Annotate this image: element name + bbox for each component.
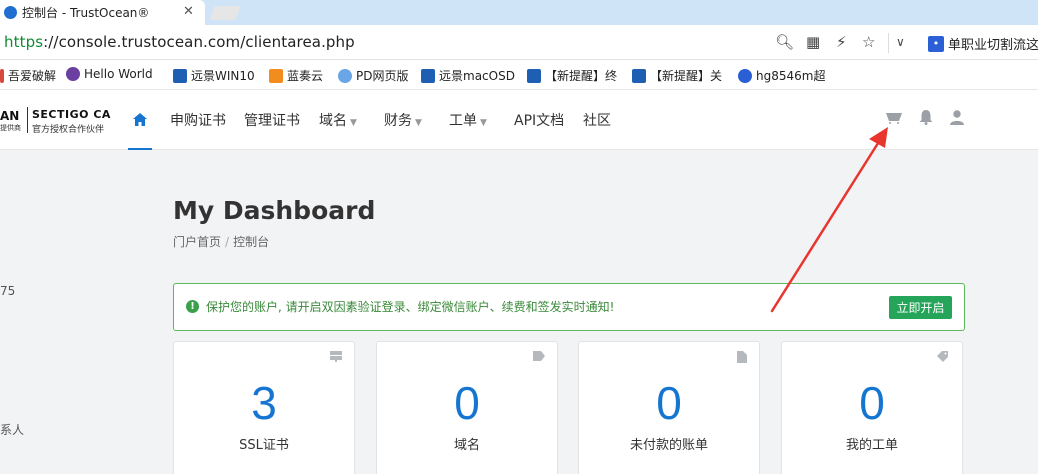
logo-partner-text: 官方授权合作伙伴 <box>32 125 105 135</box>
bookmarks-bar: 吾爱破解 Hello World 远景WIN10 蓝奏云 PD网页版 远景mac… <box>0 60 1038 90</box>
logo-divider <box>27 107 28 133</box>
bookmark-icon <box>173 68 187 83</box>
new-tab-button[interactable] <box>209 6 241 20</box>
file-icon <box>737 351 747 366</box>
card-label: 未付款的账单 <box>629 438 708 453</box>
baidu-paw-icon: • <box>928 35 944 52</box>
lightning-icon[interactable]: ⚡︎ <box>836 33 847 51</box>
card-value: 3 <box>251 377 277 429</box>
search-suggestion: 单职业切割流这 <box>948 38 1038 53</box>
cart-icon[interactable] <box>886 110 902 128</box>
bookmark-icon <box>738 68 752 83</box>
browser-tab[interactable]: 控制台 - TrustOcean® ✕ <box>0 0 205 25</box>
breadcrumb-separator: / <box>225 235 230 249</box>
url-path: ://console.trustocean.com/clientarea.php <box>43 33 355 51</box>
bookmark-icon <box>269 68 283 83</box>
page-title: My Dashboard <box>173 196 376 225</box>
card-value: 0 <box>859 377 885 429</box>
card-ssl-certs[interactable]: 3 SSL证书 <box>173 341 355 474</box>
home-icon <box>133 112 147 126</box>
bookmark-icon <box>338 68 352 83</box>
bookmark-item[interactable]: PD网页版 <box>338 67 408 84</box>
server-icon <box>330 351 342 365</box>
bookmark-item[interactable]: 【新提醒】关 <box>632 67 722 84</box>
alert-text: 保护您的账户, 请开启双因素验证登录、绑定微信账户、续费和签发实时通知! <box>206 300 615 314</box>
card-unpaid-invoices[interactable]: 0 未付款的账单 <box>578 341 760 474</box>
breadcrumb-home-link[interactable]: 门户首页 <box>173 235 221 249</box>
nav-finance[interactable]: 财务 ▼ <box>384 110 422 130</box>
card-label: 域名 <box>453 438 480 453</box>
breadcrumb: 门户首页 / 控制台 <box>173 233 269 250</box>
caret-down-icon: ▼ <box>480 118 487 128</box>
search-engine-box[interactable]: • 单职业切割流这 <box>928 34 1038 53</box>
card-domains[interactable]: 0 域名 <box>376 341 558 474</box>
bookmark-item[interactable]: 蓝奏云 <box>269 67 323 84</box>
sidebar-fragment: 系人 <box>0 423 25 437</box>
bookmark-icon <box>421 68 435 83</box>
site-favicon-icon <box>4 6 17 19</box>
divider <box>888 33 889 53</box>
bookmark-item[interactable]: 吾爱破解 <box>0 67 56 84</box>
url-protocol: https <box>4 33 44 51</box>
caret-down-icon: ▼ <box>415 118 422 128</box>
browser-tab-bar: 控制台 - TrustOcean® ✕ <box>0 0 1038 25</box>
logo-brand[interactable]: AN <box>0 109 19 123</box>
logo-sectigo: SECTIGO CA <box>32 108 111 121</box>
logo-brand-sub: 提供商 <box>0 124 21 132</box>
sidebar-fragment: 75 <box>0 284 16 298</box>
bookmark-item[interactable]: hg8546m超 <box>738 67 825 84</box>
star-icon[interactable]: ☆ <box>862 33 875 51</box>
breadcrumb-current: 控制台 <box>233 235 270 249</box>
nav-buy-cert[interactable]: 申购证书 <box>170 110 226 130</box>
nav-tickets[interactable]: 工单 ▼ <box>449 110 487 130</box>
security-alert: ! 保护您的账户, 请开启双因素验证登录、绑定微信账户、续费和签发实时通知! 立… <box>173 283 965 331</box>
bookmark-item[interactable]: Hello World <box>66 67 153 81</box>
qr-code-icon[interactable]: ▦ <box>806 33 820 51</box>
card-label: SSL证书 <box>239 438 289 453</box>
bookmark-item[interactable]: 【新提醒】终 <box>527 67 617 84</box>
card-value: 0 <box>454 377 480 429</box>
bell-icon[interactable] <box>919 110 933 129</box>
nav-home[interactable] <box>128 90 152 150</box>
search-icon[interactable]: 🔍︎ <box>775 33 794 51</box>
url-field[interactable]: https://console.trustocean.com/clientare… <box>4 33 355 51</box>
bookmark-item[interactable]: 远景WIN10 <box>173 67 255 84</box>
tab-title: 控制台 - TrustOcean® <box>22 6 150 20</box>
user-icon[interactable] <box>950 110 964 129</box>
tab-close-icon[interactable]: ✕ <box>183 4 194 19</box>
bookmark-icon <box>527 68 541 83</box>
tags-icon <box>937 351 950 366</box>
address-bar: https://console.trustocean.com/clientare… <box>0 25 1038 60</box>
exclamation-icon: ! <box>186 300 199 313</box>
card-my-tickets[interactable]: 0 我的工单 <box>781 341 963 474</box>
bookmark-item[interactable]: 远景macOSD <box>421 67 515 84</box>
site-header: AN 提供商 SECTIGO CA 官方授权合作伙伴 申购证书 管理证书 域名 ▼… <box>0 90 1038 150</box>
card-value: 0 <box>656 377 682 429</box>
tag-icon <box>533 351 545 364</box>
bookmark-icon <box>0 68 4 83</box>
bookmark-icon <box>66 67 80 81</box>
nav-api-docs[interactable]: API文档 <box>514 110 564 130</box>
bookmark-icon <box>632 68 646 83</box>
nav-manage-cert[interactable]: 管理证书 <box>244 110 300 130</box>
nav-domains[interactable]: 域名 ▼ <box>319 110 357 130</box>
chevron-down-icon[interactable]: ∨ <box>896 35 905 49</box>
nav-community[interactable]: 社区 <box>583 110 611 130</box>
card-label: 我的工单 <box>845 438 898 453</box>
enable-now-button[interactable]: 立即开启 <box>889 296 952 319</box>
caret-down-icon: ▼ <box>350 118 357 128</box>
